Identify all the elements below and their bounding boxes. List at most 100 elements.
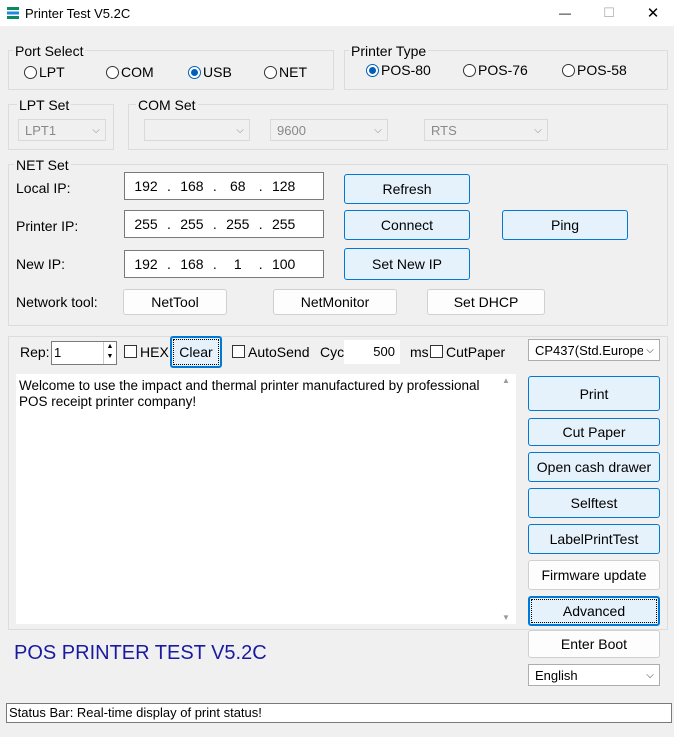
radio-usb[interactable]: USB bbox=[188, 64, 232, 80]
language-value: English bbox=[535, 667, 578, 683]
codepage-select[interactable]: CP437(Std.Europe ⌵ bbox=[528, 339, 660, 361]
radio-pos80-label: POS-80 bbox=[381, 62, 431, 78]
cutpaper-label: CutPaper bbox=[446, 344, 506, 360]
local-ip-field[interactable]: 192. 168. 68. 128 bbox=[124, 172, 324, 200]
minimize-icon: — bbox=[559, 6, 571, 20]
radio-pos76-dot bbox=[463, 63, 476, 77]
language-select[interactable]: English ⌵ bbox=[528, 664, 660, 686]
close-button[interactable]: ✕ bbox=[630, 0, 674, 26]
flow-control-select[interactable]: RTS ⌵ bbox=[424, 119, 548, 141]
radio-usb-dot bbox=[188, 65, 201, 79]
ip-octet[interactable]: 255 bbox=[263, 216, 305, 232]
open-cash-drawer-button[interactable]: Open cash drawer bbox=[528, 452, 660, 482]
rep-label: Rep: bbox=[20, 344, 50, 360]
connect-button[interactable]: Connect bbox=[344, 210, 470, 240]
set-new-ip-button[interactable]: Set New IP bbox=[344, 248, 470, 280]
radio-pos58-label: POS-58 bbox=[577, 62, 627, 78]
ip-octet[interactable]: 192 bbox=[125, 256, 167, 272]
clear-button[interactable]: Clear bbox=[170, 336, 222, 368]
window-title: Printer Test V5.2C bbox=[25, 6, 131, 21]
close-icon: ✕ bbox=[646, 5, 660, 22]
ip-octet[interactable]: 168 bbox=[171, 256, 213, 272]
lpt-port-select[interactable]: LPT1 ⌵ bbox=[18, 119, 106, 141]
print-button[interactable]: Print bbox=[528, 376, 660, 411]
cyc-input[interactable]: 500 bbox=[344, 340, 400, 364]
chevron-down-icon: ⌵ bbox=[236, 124, 244, 136]
radio-pos80-dot bbox=[366, 63, 379, 77]
cutpaper-checkbox[interactable] bbox=[430, 345, 443, 358]
ip-octet[interactable]: 100 bbox=[263, 256, 305, 272]
hex-checkbox[interactable] bbox=[124, 345, 137, 358]
local-ip-label: Local IP: bbox=[16, 180, 71, 196]
ip-octet[interactable]: 255 bbox=[171, 216, 213, 232]
autosend-label: AutoSend bbox=[248, 344, 310, 360]
radio-net-label: NET bbox=[279, 64, 307, 80]
hex-label: HEX bbox=[140, 344, 169, 360]
network-tool-label: Network tool: bbox=[16, 294, 98, 310]
radio-pos80[interactable]: POS-80 bbox=[366, 62, 431, 78]
advanced-button[interactable]: Advanced bbox=[528, 596, 660, 626]
ip-octet[interactable]: 128 bbox=[263, 178, 305, 194]
new-ip-label: New IP: bbox=[16, 256, 66, 272]
scroll-down-icon[interactable]: ▼ bbox=[498, 613, 514, 622]
enter-boot-button[interactable]: Enter Boot bbox=[528, 630, 660, 658]
ip-octet[interactable]: 255 bbox=[125, 216, 167, 232]
nettool-button[interactable]: NetTool bbox=[123, 289, 227, 315]
ip-octet[interactable]: 255 bbox=[217, 216, 259, 232]
maximize-button[interactable]: ☐ bbox=[586, 0, 632, 26]
radio-net[interactable]: NET bbox=[264, 64, 307, 80]
lpt-set-legend: LPT Set bbox=[17, 97, 72, 113]
radio-usb-label: USB bbox=[203, 64, 232, 80]
spin-down-icon[interactable]: ▼ bbox=[104, 352, 116, 362]
radio-net-dot bbox=[264, 65, 277, 79]
printer-type-legend: Printer Type bbox=[349, 43, 429, 59]
refresh-button[interactable]: Refresh bbox=[344, 174, 470, 204]
lpt-port-value: LPT1 bbox=[25, 122, 57, 138]
minimize-button[interactable]: — bbox=[542, 0, 588, 26]
status-bar: Status Bar: Real-time display of print s… bbox=[6, 703, 672, 723]
chevron-down-icon: ⌵ bbox=[646, 669, 654, 681]
ms-label: ms bbox=[410, 344, 429, 360]
com-set-legend: COM Set bbox=[136, 97, 198, 113]
radio-com-label: COM bbox=[121, 64, 154, 80]
ip-octet[interactable]: 68 bbox=[217, 178, 259, 194]
ip-octet[interactable]: 192 bbox=[125, 178, 167, 194]
ping-button[interactable]: Ping bbox=[502, 210, 628, 240]
ip-octet[interactable]: 168 bbox=[171, 178, 213, 194]
label-print-test-button[interactable]: LabelPrintTest bbox=[528, 524, 660, 554]
cyc-label: Cyc bbox=[320, 344, 345, 360]
autosend-checkbox[interactable] bbox=[232, 345, 245, 358]
scroll-up-icon[interactable]: ▲ bbox=[498, 376, 514, 385]
radio-com[interactable]: COM bbox=[106, 64, 154, 80]
new-ip-field[interactable]: 192. 168. 1. 100 bbox=[124, 250, 324, 278]
baud-rate-value: 9600 bbox=[277, 122, 306, 138]
spin-up-icon[interactable]: ▲ bbox=[104, 342, 116, 352]
radio-pos58-dot bbox=[562, 63, 575, 77]
netmonitor-button[interactable]: NetMonitor bbox=[273, 289, 397, 315]
chevron-down-icon: ⌵ bbox=[646, 344, 654, 356]
selftest-button[interactable]: Selftest bbox=[528, 488, 660, 518]
rep-value: 1 bbox=[54, 345, 62, 360]
chevron-down-icon: ⌵ bbox=[534, 124, 542, 136]
printer-ip-field[interactable]: 255. 255. 255. 255 bbox=[124, 210, 324, 238]
app-banner: POS PRINTER TEST V5.2C bbox=[14, 642, 267, 664]
baud-rate-select[interactable]: 9600 ⌵ bbox=[270, 119, 388, 141]
net-set-legend: NET Set bbox=[14, 157, 71, 173]
firmware-update-button[interactable]: Firmware update bbox=[528, 560, 660, 590]
text-scrollbar[interactable]: ▲ ▼ bbox=[498, 376, 514, 622]
radio-pos76[interactable]: POS-76 bbox=[463, 62, 528, 78]
radio-com-dot bbox=[106, 65, 119, 79]
cut-paper-button[interactable]: Cut Paper bbox=[528, 418, 660, 446]
set-dhcp-button[interactable]: Set DHCP bbox=[427, 289, 545, 315]
radio-pos58[interactable]: POS-58 bbox=[562, 62, 627, 78]
printer-ip-label: Printer IP: bbox=[16, 218, 79, 234]
ip-octet[interactable]: 1 bbox=[217, 256, 259, 272]
port-select-legend: Port Select bbox=[13, 43, 86, 59]
app-icon bbox=[7, 7, 19, 19]
radio-pos76-label: POS-76 bbox=[478, 62, 528, 78]
maximize-icon: ☐ bbox=[603, 5, 615, 20]
rep-spin-buttons[interactable]: ▲ ▼ bbox=[103, 342, 116, 364]
com-port-select[interactable]: ⌵ bbox=[144, 119, 250, 141]
radio-lpt[interactable]: LPT bbox=[24, 64, 65, 80]
print-text-area[interactable]: Welcome to use the impact and thermal pr… bbox=[16, 374, 516, 624]
